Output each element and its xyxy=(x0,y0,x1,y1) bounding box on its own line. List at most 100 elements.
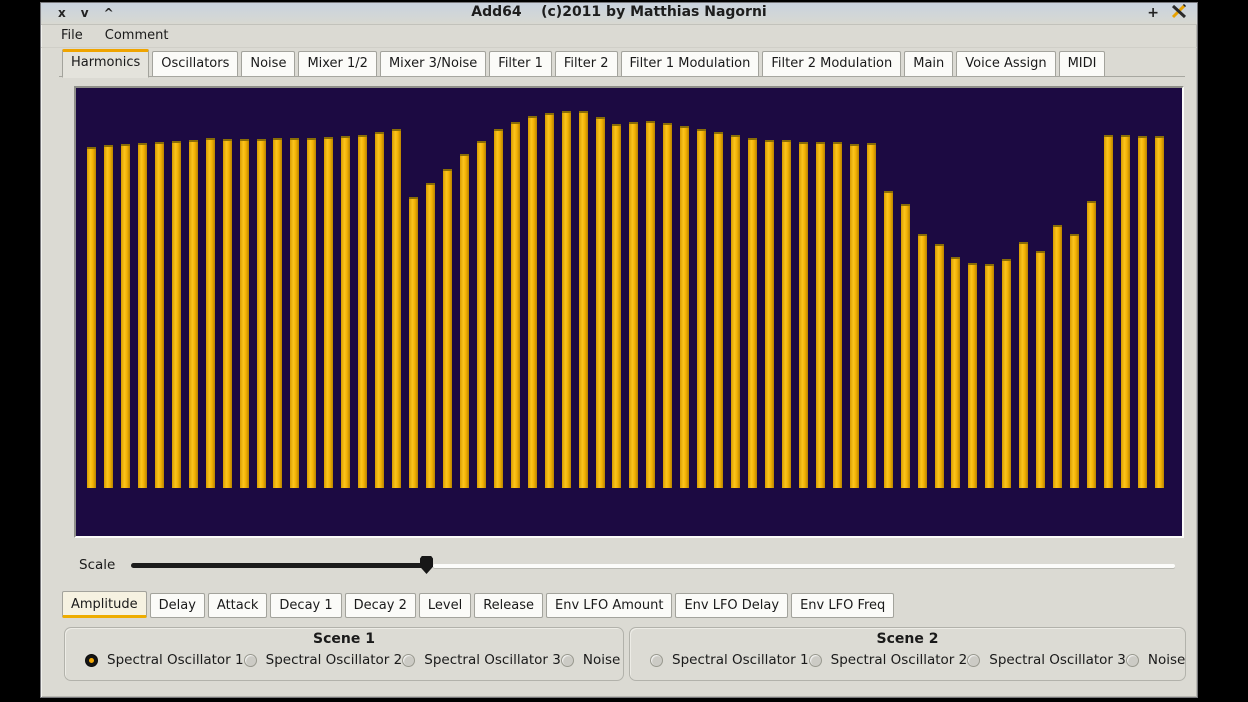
harmonic-bar-38[interactable] xyxy=(714,132,723,488)
harmonic-bar-8[interactable] xyxy=(206,138,215,488)
harmonic-bar-59[interactable] xyxy=(1070,234,1079,488)
scale-slider-handle[interactable] xyxy=(420,556,433,574)
harmonic-bar-60[interactable] xyxy=(1087,201,1096,488)
harmonic-bar-13[interactable] xyxy=(290,138,299,488)
harmonic-bar-30[interactable] xyxy=(579,111,588,488)
harmonic-bar-48[interactable] xyxy=(884,191,893,488)
tab-env-lfo-amount[interactable]: Env LFO Amount xyxy=(546,593,672,618)
harmonic-bar-21[interactable] xyxy=(426,183,435,488)
harmonic-bar-17[interactable] xyxy=(358,135,367,488)
harmonic-bar-34[interactable] xyxy=(646,121,655,488)
harmonic-bar-63[interactable] xyxy=(1138,136,1147,488)
harmonics-chart[interactable] xyxy=(74,86,1184,538)
harmonic-bar-29[interactable] xyxy=(562,111,571,488)
scale-slider[interactable] xyxy=(131,556,1175,574)
radio-unselected-icon[interactable] xyxy=(650,654,663,667)
harmonic-bar-6[interactable] xyxy=(172,141,181,488)
app-icon[interactable] xyxy=(1171,4,1187,23)
radio-unselected-icon[interactable] xyxy=(1126,654,1139,667)
harmonic-bar-47[interactable] xyxy=(867,143,876,488)
harmonic-bar-10[interactable] xyxy=(240,139,249,488)
harmonic-bar-19[interactable] xyxy=(392,129,401,488)
harmonic-bar-24[interactable] xyxy=(477,141,486,488)
tab-filter-2-modulation[interactable]: Filter 2 Modulation xyxy=(762,51,901,77)
tab-release[interactable]: Release xyxy=(474,593,543,618)
harmonic-bar-5[interactable] xyxy=(155,142,164,488)
title-bar[interactable]: x v ^ Add64 (c)2011 by Matthias Nagorni … xyxy=(41,3,1197,25)
radio-option-scene-1-spectral-oscillator-2[interactable]: Spectral Oscillator 2 xyxy=(244,652,403,668)
harmonic-bar-22[interactable] xyxy=(443,169,452,488)
harmonic-bar-11[interactable] xyxy=(257,139,266,488)
harmonic-bar-39[interactable] xyxy=(731,135,740,488)
harmonic-bar-43[interactable] xyxy=(799,142,808,488)
menu-file[interactable]: File xyxy=(61,26,91,46)
harmonic-bar-61[interactable] xyxy=(1104,135,1113,488)
harmonic-bar-28[interactable] xyxy=(545,113,554,488)
radio-option-scene-2-spectral-oscillator-3[interactable]: Spectral Oscillator 3 xyxy=(967,652,1126,668)
harmonic-bar-23[interactable] xyxy=(460,154,469,488)
harmonic-bar-55[interactable] xyxy=(1002,259,1011,488)
harmonic-bar-18[interactable] xyxy=(375,132,384,488)
harmonic-bar-35[interactable] xyxy=(663,123,672,488)
harmonic-bar-7[interactable] xyxy=(189,140,198,488)
harmonic-bar-14[interactable] xyxy=(307,138,316,488)
harmonic-bar-51[interactable] xyxy=(935,244,944,488)
tab-main[interactable]: Main xyxy=(904,51,953,77)
radio-unselected-icon[interactable] xyxy=(402,654,415,667)
harmonic-bar-25[interactable] xyxy=(494,129,503,488)
harmonic-bar-27[interactable] xyxy=(528,116,537,488)
harmonic-bar-44[interactable] xyxy=(816,142,825,488)
tab-oscillators[interactable]: Oscillators xyxy=(152,51,238,77)
tab-env-lfo-delay[interactable]: Env LFO Delay xyxy=(675,593,788,618)
tab-filter-1-modulation[interactable]: Filter 1 Modulation xyxy=(621,51,760,77)
tab-noise[interactable]: Noise xyxy=(241,51,295,77)
harmonic-bar-3[interactable] xyxy=(121,144,130,488)
harmonic-bar-36[interactable] xyxy=(680,126,689,488)
radio-unselected-icon[interactable] xyxy=(561,654,574,667)
radio-unselected-icon[interactable] xyxy=(244,654,257,667)
tab-delay[interactable]: Delay xyxy=(150,593,205,618)
harmonic-bar-58[interactable] xyxy=(1053,225,1062,488)
radio-option-scene-1-noise[interactable]: Noise xyxy=(561,652,620,668)
maximize-icon[interactable]: + xyxy=(1147,5,1159,21)
harmonic-bar-62[interactable] xyxy=(1121,135,1130,488)
harmonic-bar-41[interactable] xyxy=(765,140,774,488)
harmonic-bar-1[interactable] xyxy=(87,147,96,488)
radio-option-scene-2-spectral-oscillator-2[interactable]: Spectral Oscillator 2 xyxy=(809,652,968,668)
harmonic-bar-4[interactable] xyxy=(138,143,147,488)
harmonic-bar-45[interactable] xyxy=(833,142,842,488)
radio-option-scene-1-spectral-oscillator-3[interactable]: Spectral Oscillator 3 xyxy=(402,652,561,668)
tab-filter-2[interactable]: Filter 2 xyxy=(555,51,618,77)
tab-env-lfo-freq[interactable]: Env LFO Freq xyxy=(791,593,894,618)
harmonic-bar-54[interactable] xyxy=(985,264,994,488)
harmonic-bar-37[interactable] xyxy=(697,129,706,488)
harmonic-bar-57[interactable] xyxy=(1036,251,1045,488)
radio-option-scene-2-noise[interactable]: Noise xyxy=(1126,652,1185,668)
harmonic-bar-9[interactable] xyxy=(223,139,232,488)
harmonic-bar-16[interactable] xyxy=(341,136,350,488)
radio-option-scene-2-spectral-oscillator-1[interactable]: Spectral Oscillator 1 xyxy=(650,652,809,668)
tab-midi[interactable]: MIDI xyxy=(1059,51,1106,77)
harmonic-bar-2[interactable] xyxy=(104,145,113,488)
tab-attack[interactable]: Attack xyxy=(208,593,268,618)
radio-unselected-icon[interactable] xyxy=(967,654,980,667)
radio-unselected-icon[interactable] xyxy=(809,654,822,667)
tab-mixer-3-noise[interactable]: Mixer 3/Noise xyxy=(380,51,486,77)
harmonic-bar-32[interactable] xyxy=(612,124,621,488)
tab-decay-2[interactable]: Decay 2 xyxy=(345,593,416,618)
harmonic-bar-56[interactable] xyxy=(1019,242,1028,488)
menu-comment[interactable]: Comment xyxy=(105,26,177,46)
harmonic-bar-52[interactable] xyxy=(951,257,960,488)
harmonic-bar-26[interactable] xyxy=(511,122,520,488)
tab-mixer-1-2[interactable]: Mixer 1/2 xyxy=(298,51,377,77)
scale-slider-filled-track[interactable] xyxy=(131,563,425,568)
harmonic-bar-42[interactable] xyxy=(782,140,791,488)
tab-amplitude[interactable]: Amplitude xyxy=(62,591,147,618)
harmonic-bar-50[interactable] xyxy=(918,234,927,488)
scale-slider-empty-track[interactable] xyxy=(433,564,1175,568)
harmonic-bar-15[interactable] xyxy=(324,137,333,488)
radio-option-scene-1-spectral-oscillator-1[interactable]: Spectral Oscillator 1 xyxy=(85,652,244,668)
harmonic-bar-53[interactable] xyxy=(968,263,977,488)
harmonic-bar-46[interactable] xyxy=(850,144,859,488)
harmonic-bar-33[interactable] xyxy=(629,122,638,488)
